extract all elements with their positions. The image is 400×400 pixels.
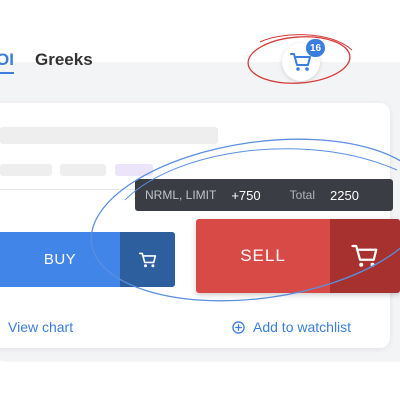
cart-icon (138, 252, 156, 267)
order-mode: NRML, LIMIT (145, 188, 217, 202)
sell-button[interactable]: SELL (196, 219, 400, 293)
total-value: 2250 (330, 187, 359, 203)
sell-add-to-cart-button[interactable] (330, 219, 400, 293)
buy-label: BUY (43, 251, 77, 268)
tab-oi[interactable]: OI (0, 50, 14, 74)
cart-icon (351, 244, 378, 267)
tab-greeks[interactable]: Greeks (35, 50, 93, 70)
add-to-watchlist-label: Add to watchlist (253, 319, 352, 335)
buy-add-to-cart-button[interactable] (120, 232, 175, 287)
skeleton-bar (115, 164, 153, 176)
plus-circle-icon (232, 320, 245, 334)
order-quantity: +750 (231, 187, 261, 203)
tab-bar: OI Greeks (0, 0, 400, 80)
view-chart-label: View chart (8, 319, 74, 335)
total-label: Total (289, 188, 315, 202)
order-summary-tooltip: NRML, LIMIT +750 Total 2250 (135, 179, 393, 211)
view-chart-link[interactable]: View chart (0, 319, 73, 335)
add-to-watchlist-link[interactable]: Add to watchlist (232, 319, 351, 335)
buy-button[interactable]: BUY (0, 232, 175, 287)
skeleton-bar (60, 164, 106, 176)
skeleton-bar (0, 127, 218, 144)
skeleton-bar (0, 164, 52, 176)
sell-label: SELL (240, 246, 286, 265)
cart-count-badge: 16 (306, 39, 326, 57)
